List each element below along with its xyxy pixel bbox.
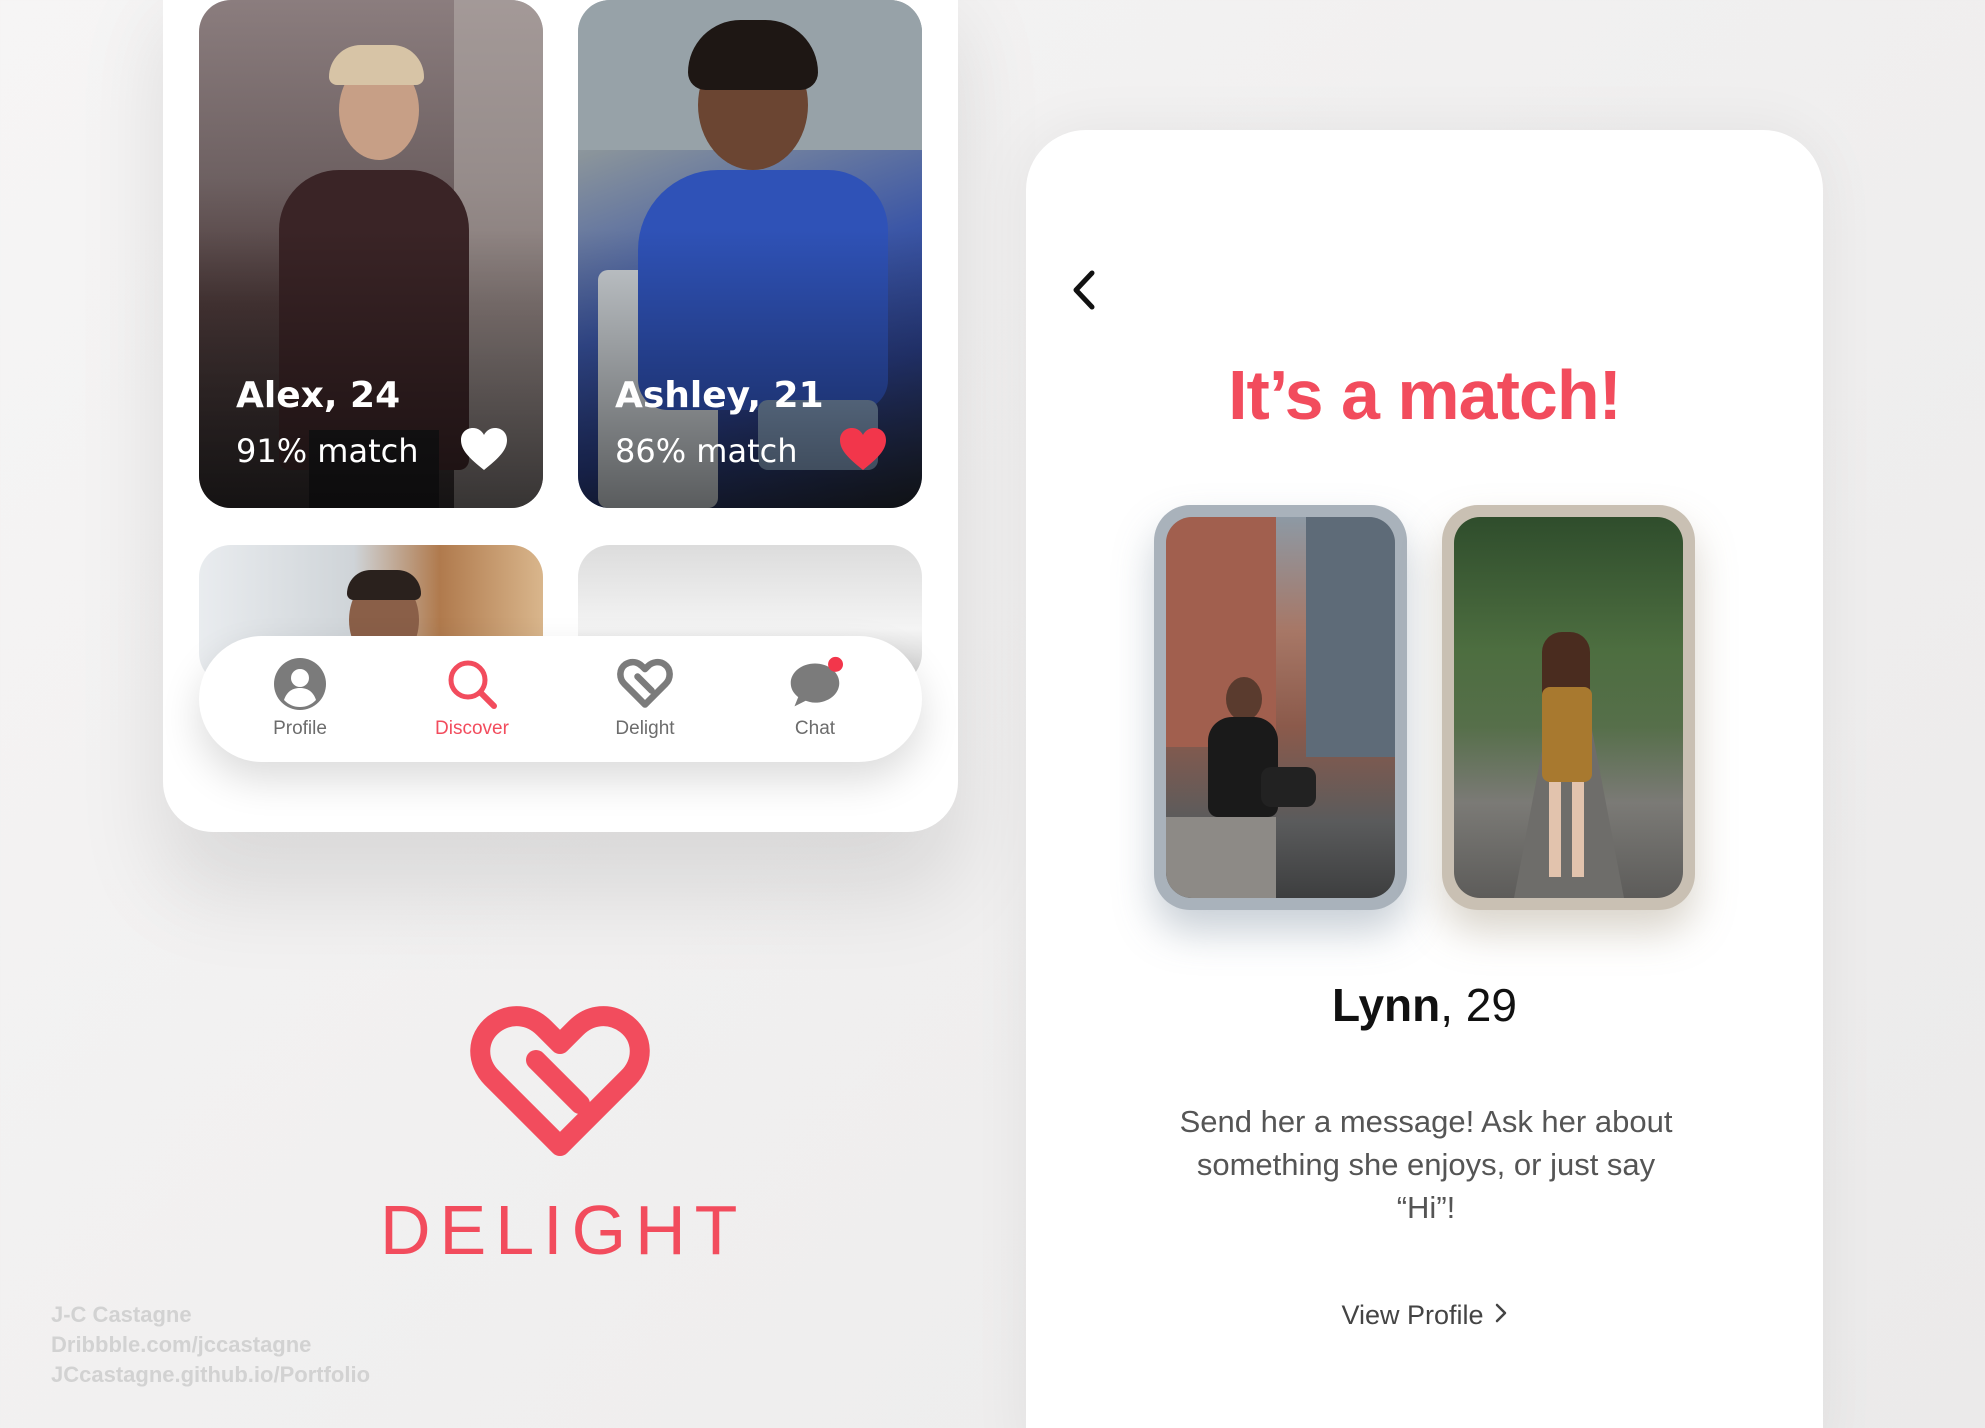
- credit-author: J-C Castagne: [51, 1302, 192, 1327]
- heart-filled-icon[interactable]: [838, 426, 888, 472]
- delight-logo-icon: [470, 1006, 650, 1156]
- person-age: , 29: [1440, 979, 1517, 1031]
- match-person-name: Lynn, 29: [1026, 978, 1823, 1032]
- search-icon: [448, 660, 497, 709]
- tab-chat[interactable]: Chat: [745, 656, 885, 746]
- card-match-percent: 86% match: [615, 432, 798, 470]
- back-arrow-icon[interactable]: [1064, 265, 1104, 315]
- tab-discover[interactable]: Discover: [402, 656, 542, 746]
- tab-label: Chat: [794, 718, 836, 739]
- card-match-percent: 91% match: [236, 432, 419, 470]
- tab-label: Delight: [615, 718, 675, 739]
- credit-dribbble-link[interactable]: Dribbble.com/jccastagne: [51, 1330, 370, 1360]
- tab-profile[interactable]: Profile: [230, 656, 370, 746]
- bottom-tab-bar: Profile Discover Delight Chat: [199, 636, 922, 762]
- tab-label: Profile: [273, 718, 327, 739]
- match-photo: [1454, 517, 1683, 898]
- profile-icon: [274, 658, 326, 710]
- my-photo: [1166, 517, 1395, 898]
- card-name: Ashley, 21: [615, 375, 824, 416]
- heart-outline-icon[interactable]: [459, 426, 509, 472]
- delight-heart-icon: [617, 658, 673, 708]
- match-title: It’s a match!: [1228, 356, 1622, 434]
- my-photo-frame: [1154, 505, 1407, 910]
- notification-badge: [828, 656, 843, 672]
- credit-portfolio-link[interactable]: JCcastagne.github.io/Portfolio: [51, 1360, 370, 1390]
- view-profile-link[interactable]: View Profile: [1026, 1300, 1823, 1331]
- tab-delight[interactable]: Delight: [575, 656, 715, 746]
- match-photo-frame: [1442, 505, 1695, 910]
- tab-label: Discover: [435, 718, 509, 739]
- card-name: Alex, 24: [236, 375, 401, 416]
- discover-screen: Alex, 24 91% match Ashley, 21 86% match: [163, 0, 958, 832]
- profile-card-ashley[interactable]: Ashley, 21 86% match: [578, 0, 922, 508]
- chevron-right-icon: [1495, 1303, 1506, 1323]
- person-first-name: Lynn: [1332, 979, 1441, 1031]
- profile-card-alex[interactable]: Alex, 24 91% match: [199, 0, 543, 508]
- brand-wordmark: DELIGHT: [380, 1191, 747, 1269]
- match-screen: It’s a match! Lynn, 29 Send her a messag…: [1026, 130, 1823, 1428]
- view-profile-label: View Profile: [1341, 1300, 1484, 1330]
- author-credits: J-C Castagne Dribbble.com/jccastagne JCc…: [51, 1300, 370, 1390]
- chat-icon: [790, 656, 843, 707]
- match-message: Send her a message! Ask her about someth…: [1179, 1104, 1673, 1225]
